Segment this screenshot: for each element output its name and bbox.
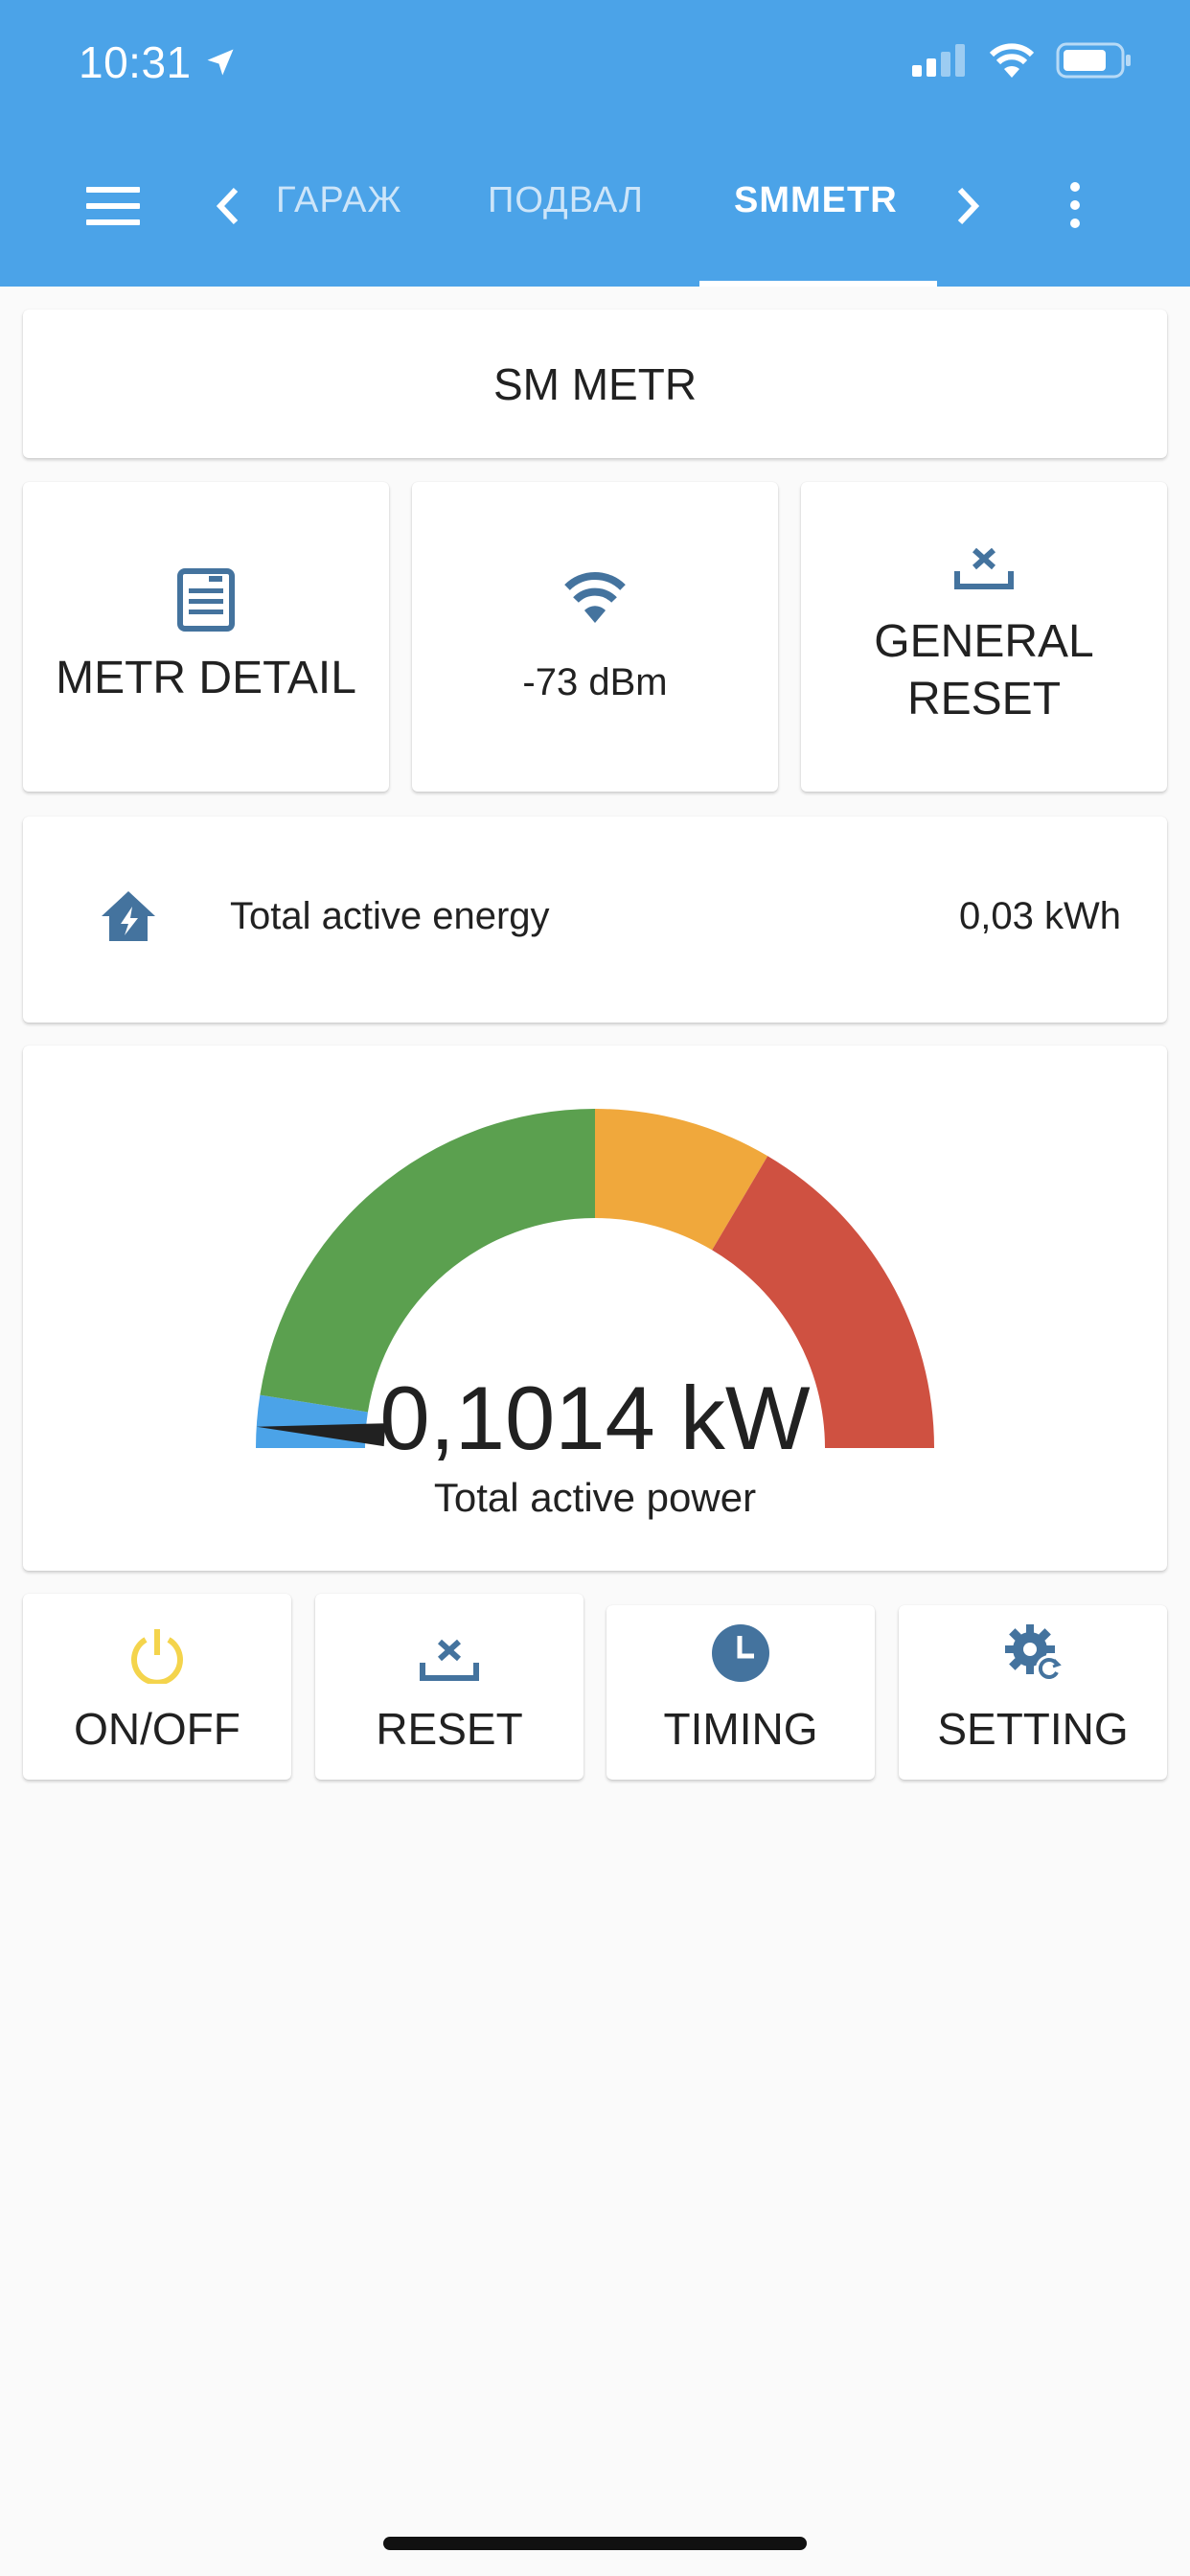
tab-basement[interactable]: ПОДВАЛ (488, 180, 644, 221)
onoff-button[interactable]: ON/OFF (23, 1594, 291, 1780)
battery-icon (1056, 42, 1131, 79)
tray-remove-icon (954, 547, 1014, 589)
metr-detail-tile[interactable]: METR DETAIL (23, 482, 389, 792)
app-header: 10:31 ГАРАЖ ПОДВАЛ SMMETR (0, 0, 1190, 287)
menu-icon[interactable] (86, 187, 140, 225)
wifi-status-icon (989, 43, 1035, 78)
power-icon (131, 1629, 183, 1684)
reset-button[interactable]: RESET (315, 1594, 584, 1780)
home-lightning-icon (102, 891, 155, 941)
energy-name: Total active energy (230, 895, 550, 937)
wifi-icon (564, 572, 626, 623)
wifi-signal-value: -73 dBm (522, 661, 668, 703)
energy-row[interactable]: Total active energy 0,03 kWh (23, 816, 1167, 1023)
overflow-menu-icon[interactable] (1065, 182, 1085, 237)
energy-value: 0,03 kWh (959, 895, 1121, 937)
timing-button[interactable]: TIMING (606, 1605, 875, 1780)
power-gauge-card[interactable]: 0,1014 kW Total active power (23, 1046, 1167, 1571)
status-time: 10:31 (79, 36, 238, 88)
clock-icon (712, 1624, 769, 1682)
setting-button[interactable]: SETTING (899, 1605, 1167, 1780)
general-reset-label: GENERAL RESET (874, 615, 1094, 724)
onoff-label: ON/OFF (74, 1704, 240, 1754)
document-icon (177, 567, 235, 632)
tab-smmetr[interactable]: SMMETR (734, 180, 898, 221)
setting-label: SETTING (937, 1704, 1129, 1754)
page-title: SM METR (492, 358, 698, 409)
reset-label: RESET (376, 1704, 523, 1754)
home-indicator (383, 2537, 807, 2550)
active-tab-indicator (699, 281, 937, 287)
general-reset-tile[interactable]: GENERAL RESET (801, 482, 1167, 792)
cog-refresh-icon (1005, 1624, 1063, 1682)
timing-label: TIMING (663, 1704, 818, 1754)
page-title-card: SM METR (23, 310, 1167, 458)
tray-remove-icon (420, 1639, 479, 1681)
wifi-signal-tile[interactable]: -73 dBm (412, 482, 778, 792)
tab-garage[interactable]: ГАРАЖ (276, 180, 402, 221)
status-icons (912, 42, 1133, 79)
gauge-name: Total active power (433, 1475, 757, 1520)
chevron-left-icon[interactable] (213, 184, 241, 228)
gauge-value: 0,1014 kW (379, 1368, 811, 1468)
cellular-signal-icon (912, 44, 965, 77)
metr-detail-label: METR DETAIL (56, 652, 356, 703)
chevron-right-icon[interactable] (954, 184, 983, 228)
location-arrow-icon (207, 49, 234, 76)
